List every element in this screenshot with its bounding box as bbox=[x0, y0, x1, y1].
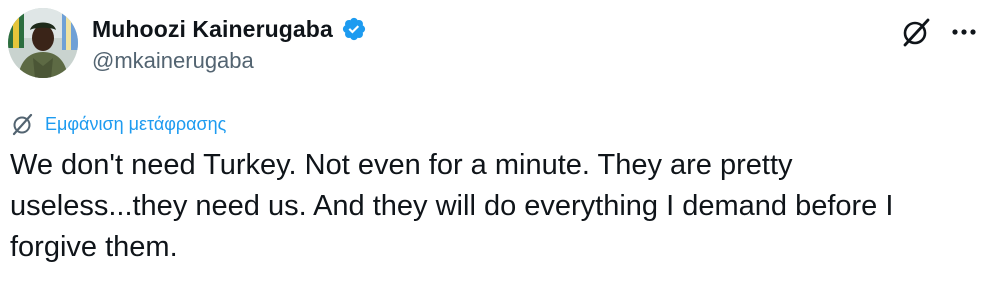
avatar[interactable] bbox=[8, 8, 78, 78]
grok-slash-circle-icon[interactable] bbox=[898, 14, 934, 50]
show-translation-label: Εμφάνιση μετάφρασης bbox=[45, 113, 227, 134]
author-handle[interactable]: @mkainerugaba bbox=[92, 48, 254, 74]
author-name-row: Muhoozi Kainerugaba bbox=[92, 14, 367, 44]
author-display-name[interactable]: Muhoozi Kainerugaba bbox=[92, 16, 333, 43]
avatar-image bbox=[8, 8, 78, 78]
verified-badge-icon[interactable] bbox=[341, 16, 367, 42]
show-translation-button[interactable]: Εμφάνιση μετάφρασης bbox=[10, 111, 226, 137]
tweet-text: We don't need Turkey. Not even for a min… bbox=[10, 149, 894, 263]
grok-slash-circle-icon bbox=[12, 113, 33, 136]
more-horizontal-icon[interactable] bbox=[946, 14, 982, 50]
